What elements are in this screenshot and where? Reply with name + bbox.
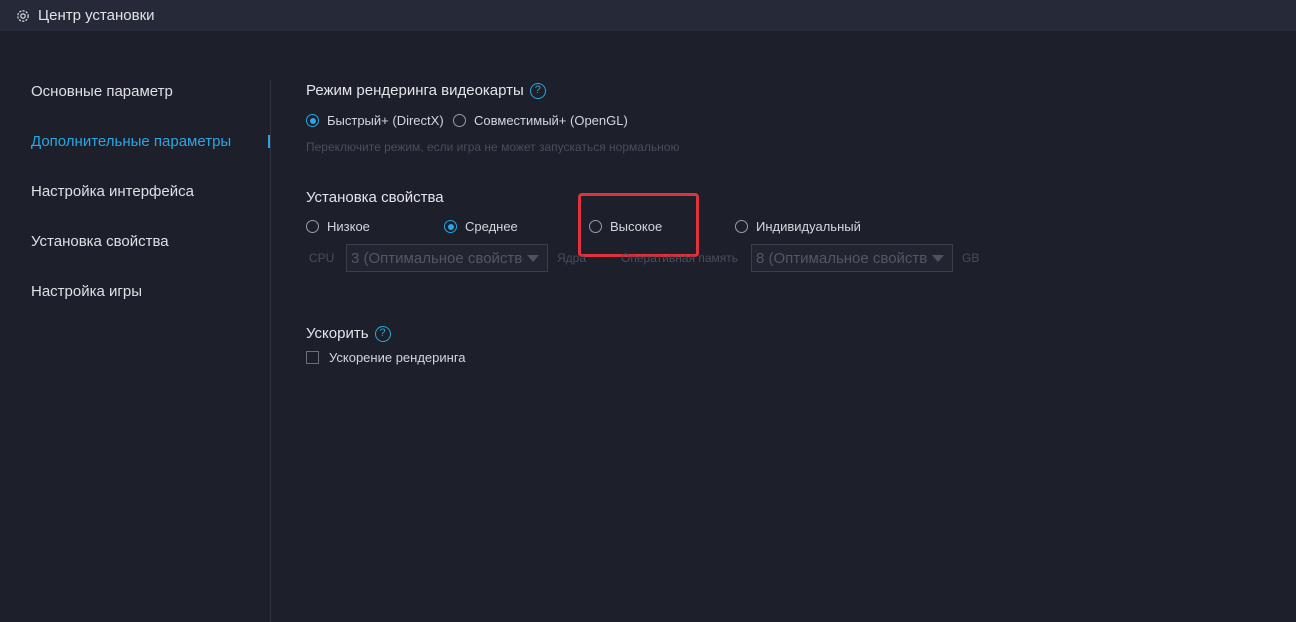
radio-checked-icon <box>444 220 457 233</box>
radio-unchecked-icon <box>735 220 748 233</box>
radio-opengl[interactable]: Совместимый+ (OpenGL) <box>453 113 628 128</box>
render-acceleration-checkbox[interactable]: Ускорение рендеринга <box>306 350 466 365</box>
memory-label: Оперативная память <box>621 251 738 265</box>
radio-unchecked-icon <box>453 114 466 127</box>
radio-opengl-label: Совместимый+ (OpenGL) <box>474 113 628 128</box>
cpu-select-value: 3 (Оптимальное свойство) <box>351 249 523 267</box>
sidebar-divider <box>270 80 271 622</box>
memory-select[interactable]: 8 (Оптимальное свойство) <box>751 244 953 272</box>
checkbox-icon <box>306 351 319 364</box>
radio-custom[interactable]: Индивидуальный <box>735 219 861 234</box>
radio-directx-label: Быстрый+ (DirectX) <box>327 113 444 128</box>
caret-down-icon <box>527 254 539 262</box>
performance-title-text: Установка свойства <box>306 189 444 206</box>
memory-unit: GB <box>962 251 980 265</box>
caret-down-icon <box>932 254 944 262</box>
memory-select-value: 8 (Оптимальное свойство) <box>756 249 928 267</box>
cpu-label: CPU <box>309 251 335 265</box>
radio-checked-icon <box>306 114 319 127</box>
sidebar-item-performance[interactable]: Установка свойства <box>31 233 169 250</box>
radio-low[interactable]: Низкое <box>306 219 370 234</box>
sidebar-item-game[interactable]: Настройка игры <box>31 283 142 300</box>
highlight-box <box>578 193 699 257</box>
radio-unchecked-icon <box>306 220 319 233</box>
accelerate-title: Ускорить ? <box>306 325 391 342</box>
radio-custom-label: Индивидуальный <box>756 219 861 234</box>
render-mode-title: Режим рендеринга видеокарты ? <box>306 82 546 99</box>
cores-label: Ядра <box>557 251 587 265</box>
window-title: Центр установки <box>38 7 155 24</box>
radio-medium-label: Среднее <box>465 219 518 234</box>
sidebar: Основные параметр Дополнительные парамет… <box>0 31 271 622</box>
cpu-select[interactable]: 3 (Оптимальное свойство) <box>346 244 548 272</box>
accelerate-title-text: Ускорить <box>306 325 369 342</box>
performance-title: Установка свойства <box>306 189 444 206</box>
radio-directx[interactable]: Быстрый+ (DirectX) <box>306 113 444 128</box>
title-bar: Центр установки <box>0 0 1296 31</box>
render-mode-title-text: Режим рендеринга видеокарты <box>306 82 524 99</box>
sidebar-item-basic[interactable]: Основные параметр <box>31 83 173 100</box>
sidebar-item-interface[interactable]: Настройка интерфейса <box>31 183 194 200</box>
help-icon[interactable]: ? <box>374 325 391 342</box>
sidebar-item-advanced[interactable]: Дополнительные параметры <box>31 133 231 150</box>
help-icon[interactable]: ? <box>529 82 546 99</box>
gear-icon <box>15 8 31 24</box>
radio-low-label: Низкое <box>327 219 370 234</box>
render-mode-hint: Переключите режим, если игра не может за… <box>306 140 680 154</box>
radio-medium[interactable]: Среднее <box>444 219 518 234</box>
render-acceleration-label: Ускорение рендеринга <box>329 350 466 365</box>
